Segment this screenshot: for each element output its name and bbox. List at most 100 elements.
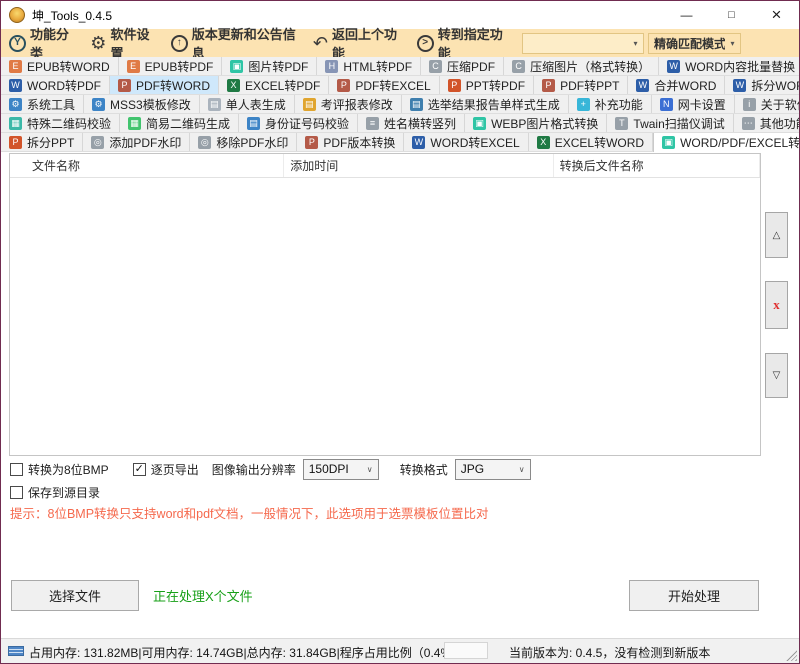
tab-row: P拆分PPT◎添加PDF水印◎移除PDF水印PPDF版本转换WWORD转EXCE… [1, 133, 799, 152]
move-down-button[interactable]: ▽ [765, 353, 788, 398]
tab-row: ▦特殊二维码校验 ▦ 简易二维码生成 ▤身份证号码校验≡姓名横转竖列▣WEBP图片格式… [1, 114, 799, 133]
tab-label: 简易二维码生成 [146, 115, 230, 132]
tab[interactable]: ▤单人表生成 [200, 95, 295, 113]
column-header-1[interactable]: 文件名称 [10, 154, 284, 177]
remove-file-button[interactable]: x [765, 281, 788, 329]
tab-label: PDF转PPT [560, 77, 619, 94]
pdf-icon: P [542, 79, 555, 92]
minimize-button[interactable]: — [664, 1, 709, 29]
watermark-add-icon: ◎ [91, 136, 104, 149]
move-up-button[interactable]: △ [765, 212, 788, 258]
tab[interactable]: ▣WORD/PDF/EXCEL转图片 [653, 133, 800, 152]
tab-label: PDF版本转换 [323, 134, 395, 151]
column-header-2[interactable]: 添加时间 [284, 154, 553, 177]
tab-label: WORD内容批量替换 [685, 58, 795, 75]
tab[interactable]: ◎添加PDF水印 [83, 133, 190, 151]
resolution-label: 图像输出分辨率 [212, 461, 296, 478]
tab[interactable]: WWORD转PDF [1, 76, 110, 94]
ppt-icon: P [9, 136, 22, 149]
tab-label: 合并WORD [654, 77, 716, 94]
tab-label: 考评报表修改 [321, 96, 393, 113]
tab[interactable]: WWORD转EXCEL [404, 133, 528, 151]
action-bar: 选择文件 正在处理X个文件 开始处理 [1, 580, 799, 611]
tab[interactable]: ▤选举结果报告单样式生成 [402, 95, 569, 113]
tab[interactable]: W 合并WORD [628, 76, 725, 94]
resolution-dropdown[interactable]: 150DPI ∨ [303, 459, 379, 480]
word-replace-icon: W [667, 60, 680, 73]
tab-label: 图片转PDF [248, 58, 308, 75]
tab[interactable]: ⚙MSS3模板修改 [84, 95, 200, 113]
tab[interactable]: HHTML转PDF [317, 57, 421, 75]
tab[interactable]: ≡姓名横转竖列 [358, 114, 465, 132]
tab[interactable]: ⚙系统工具 [1, 95, 84, 113]
tab[interactable]: PPDF版本转换 [297, 133, 404, 151]
tab[interactable]: PPDF转EXCEL [329, 76, 439, 94]
compress-image-icon: C [512, 60, 525, 73]
tab[interactable]: TTwain扫描仪调试 [607, 114, 733, 132]
tab[interactable]: EEPUB转WORD [1, 57, 119, 75]
delete-x-icon: x [773, 297, 780, 313]
tab[interactable]: P PPT转PDF [440, 76, 534, 94]
tab[interactable]: ◎移除PDF水印 [190, 133, 297, 151]
memory-status: 占用内存: 131.82MB|可用内存: 14.74GB|总内存: 31.84G… [29, 644, 463, 661]
qr-generate-icon: ▦ [128, 117, 141, 130]
save-source-checkbox[interactable]: 保存到源目录 [10, 484, 100, 501]
tab-label: PDF转WORD [136, 77, 210, 94]
table-body[interactable] [10, 178, 760, 456]
tab[interactable]: ⋯ 其他功能 [734, 114, 800, 132]
select-files-button[interactable]: 选择文件 [11, 580, 139, 611]
word-icon: W [636, 79, 649, 92]
close-button[interactable]: × [754, 1, 799, 29]
tab[interactable]: W WORD内容批量替换 [659, 57, 800, 75]
tab[interactable]: W拆分WORD [725, 76, 800, 94]
html-pdf-icon: H [325, 60, 338, 73]
tab[interactable]: C压缩图片（格式转换） [504, 57, 659, 75]
epub-pdf-icon: E [127, 60, 140, 73]
category-icon: Y [9, 35, 26, 52]
tab-label: EPUB转PDF [145, 58, 214, 75]
chevron-down-icon: ∨ [362, 465, 378, 474]
maximize-button[interactable]: □ [709, 1, 754, 29]
per-page-checkbox[interactable]: ✓ 逐页导出 [133, 461, 199, 478]
bmp-checkbox[interactable]: 转换为8位BMP [10, 461, 109, 478]
column-header-3[interactable]: 转换后文件名称 [554, 154, 760, 177]
tab-label: 其他功能 [760, 115, 800, 132]
close-icon: × [772, 5, 782, 25]
tab[interactable]: E EPUB转PDF [119, 57, 223, 75]
tab[interactable]: ▤考评报表修改 [295, 95, 402, 113]
tab[interactable]: N网卡设置 [652, 95, 735, 113]
format-label: 转换格式 [400, 461, 448, 478]
tab-label: 补充功能 [595, 96, 643, 113]
chevron-down-icon: ▾ [725, 39, 740, 48]
tab[interactable]: ▦特殊二维码校验 [1, 114, 120, 132]
tab[interactable]: XEXCEL转PDF [219, 76, 329, 94]
tab-label: 特殊二维码校验 [27, 115, 111, 132]
tab-label: PPT转PDF [466, 77, 525, 94]
options-row: 转换为8位BMP ✓ 逐页导出 图像输出分辨率 150DPI ∨ 转换格式 JP… [10, 458, 552, 480]
tab[interactable]: ▣图片转PDF [222, 57, 317, 75]
function-search-combobox[interactable]: ▾ [522, 33, 644, 54]
ppt-icon: P [448, 79, 461, 92]
tab[interactable]: XEXCEL转WORD [529, 133, 653, 151]
tab-label: EXCEL转PDF [245, 77, 320, 94]
tab[interactable]: i关于软件 [735, 95, 800, 113]
format-dropdown[interactable]: JPG ∨ [455, 459, 531, 480]
tab[interactable]: PPDF转WORD [110, 76, 219, 94]
tab[interactable]: P拆分PPT [1, 133, 83, 151]
more-functions-icon: ⋯ [742, 117, 755, 130]
resize-grip[interactable] [786, 650, 797, 661]
status-progress-panel [444, 642, 488, 659]
tab[interactable]: ▤身份证号码校验 [239, 114, 358, 132]
per-page-checkbox-label: 逐页导出 [151, 461, 199, 478]
tab-label: MSS3模板修改 [110, 96, 191, 113]
scanner-icon: T [615, 117, 628, 130]
start-button[interactable]: 开始处理 [629, 580, 759, 611]
pdf-icon: P [337, 79, 350, 92]
tab[interactable]: ▣WEBP图片格式转换 [465, 114, 607, 132]
tab[interactable]: +补充功能 [569, 95, 652, 113]
options-row-2: 保存到源目录 [10, 483, 100, 501]
tab[interactable]: C压缩PDF [421, 57, 504, 75]
match-mode-dropdown[interactable]: 精确匹配模式 ▾ [648, 33, 741, 54]
tab[interactable]: ▦ 简易二维码生成 [120, 114, 239, 132]
tab[interactable]: P PDF转PPT [534, 76, 628, 94]
